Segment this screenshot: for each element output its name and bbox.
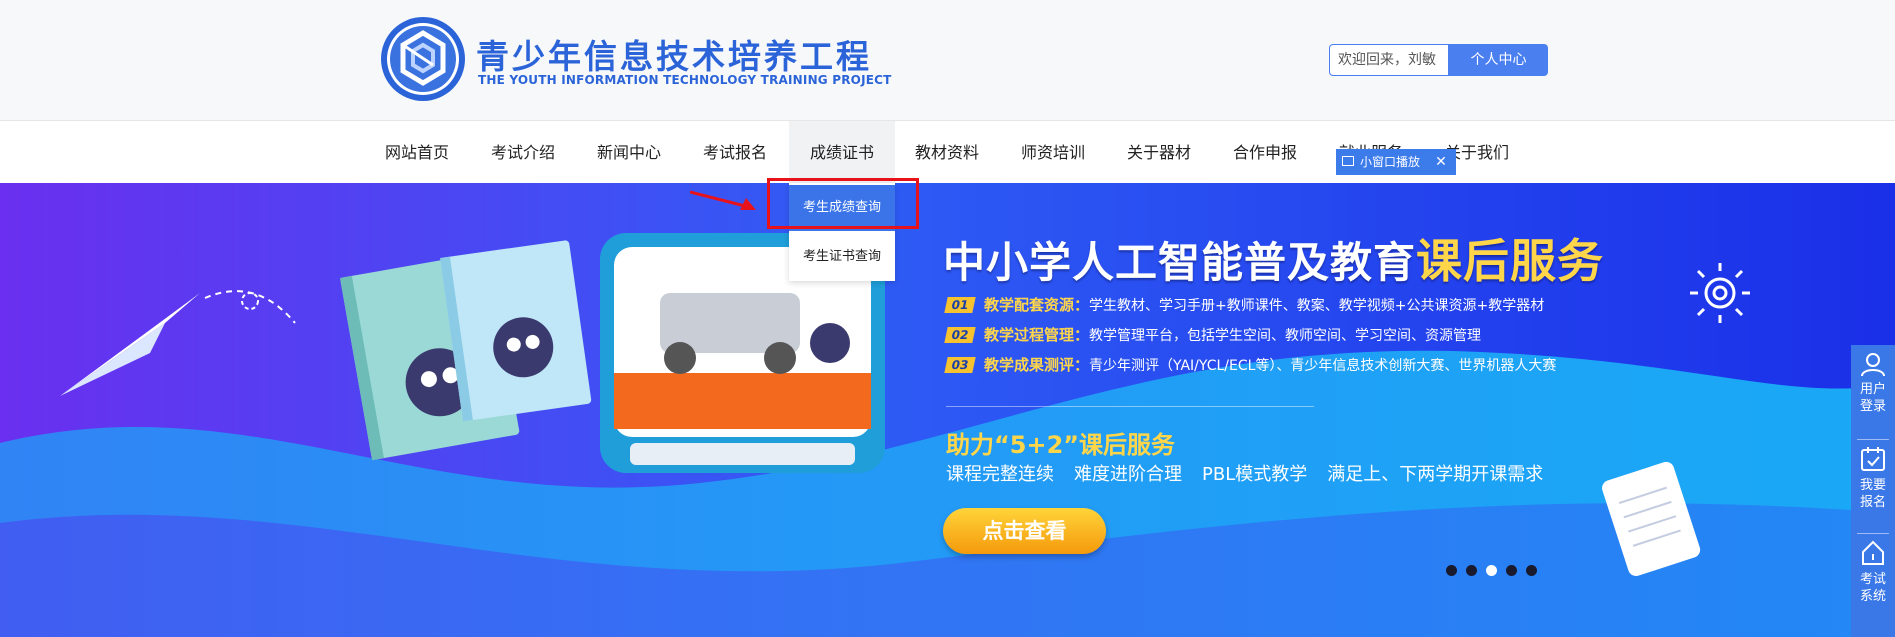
nav-item-scores-certificates[interactable]: 成绩证书	[789, 121, 895, 183]
feature-text: 青少年测评（YAI/YCL/ECL等）、青少年信息技术创新大赛、世界机器人大赛	[1089, 358, 1557, 374]
nav-item-cooperation[interactable]: 合作申报	[1233, 121, 1297, 183]
carousel-dot-1[interactable]	[1446, 565, 1457, 576]
sub-item: 难度进阶合理	[1074, 464, 1182, 485]
carousel-dot-2[interactable]	[1466, 565, 1477, 576]
nav-item-teacher-training[interactable]: 师资培训	[1021, 121, 1085, 183]
sidebar-item-label: 考试系统	[1859, 572, 1886, 604]
nav-item-home[interactable]: 网站首页	[385, 121, 449, 183]
sidebar-item-register[interactable]: 我要报名	[1851, 445, 1895, 511]
sub-item: PBL模式教学	[1202, 464, 1308, 485]
nav-item-news[interactable]: 新闻中心	[597, 121, 661, 183]
carousel-dot-5[interactable]	[1526, 565, 1537, 576]
personal-center-button[interactable]: 个人中心	[1449, 44, 1548, 76]
view-details-button[interactable]: 点击查看	[943, 508, 1106, 554]
feature-number: 01	[944, 297, 976, 313]
banner-divider	[946, 406, 1314, 407]
site-header: 青少年信息技术培养工程 THE YOUTH INFORMATION TECHNO…	[0, 0, 1895, 121]
feature-title: 教学成果测评：	[984, 356, 1090, 374]
home-icon	[1862, 540, 1884, 565]
sub-item: 课程完整连续	[946, 464, 1054, 485]
carousel-dot-4[interactable]	[1506, 565, 1517, 576]
sidebar-item-label: 我要报名	[1859, 478, 1886, 510]
nav-item-exam-intro[interactable]: 考试介绍	[491, 121, 555, 183]
annotation-highlight-box	[767, 178, 919, 229]
sidebar-item-exam-system[interactable]: 考试系统	[1851, 539, 1895, 605]
right-sidebar: 用户登录 我要报名 考试系统	[1851, 345, 1895, 637]
mini-window-label: 小窗口播放	[1360, 155, 1421, 169]
feature-item: 01 教学配套资源：学生教材、学习手册+教师课件、教案、教学视频+公共课资源+教学…	[944, 294, 1545, 316]
carousel-dot-3[interactable]	[1486, 565, 1497, 576]
headline-highlight: 课后服务	[1416, 234, 1605, 288]
user-icon	[1861, 353, 1885, 377]
headline-main: 中小学人工智能普及教育	[943, 238, 1417, 287]
sidebar-item-label: 用户登录	[1859, 382, 1886, 414]
sidebar-divider	[1857, 533, 1889, 534]
feature-text: 教学管理平台，包括学生空间、教师空间、学习空间、资源管理	[1089, 328, 1482, 344]
welcome-text: 欢迎回来，刘敏	[1329, 44, 1449, 76]
calendar-check-icon	[1861, 447, 1885, 471]
brand-subtitle: THE YOUTH INFORMATION TECHNOLOGY TRAININ…	[478, 73, 892, 87]
feature-title: 教学过程管理：	[984, 326, 1090, 344]
mini-window-close-icon[interactable]: ✕	[1428, 149, 1454, 175]
banner-subtitle: 助力“5+2”课后服务	[946, 431, 1176, 459]
feature-title: 教学配套资源：	[984, 296, 1090, 314]
nav-item-materials[interactable]: 教材资料	[915, 121, 979, 183]
feature-text: 学生教材、学习手册+教师课件、教案、教学视频+公共课资源+教学器材	[1089, 298, 1545, 314]
dropdown-item-certificate-query[interactable]: 考生证书查询	[789, 234, 895, 280]
window-icon	[1342, 156, 1354, 166]
sidebar-item-user-login[interactable]: 用户登录	[1851, 351, 1895, 415]
project-logo-icon[interactable]	[380, 16, 466, 102]
feature-number: 03	[944, 357, 976, 373]
nav-item-equipment[interactable]: 关于器材	[1127, 121, 1191, 183]
sub-item: 满足上、下两学期开课需求	[1327, 464, 1544, 485]
brand-title: 青少年信息技术培养工程	[476, 37, 872, 76]
banner-headline: 中小学人工智能普及教育课后服务	[943, 225, 1604, 291]
main-nav: 网站首页 考试介绍 新闻中心 考试报名 成绩证书 教材资料 师资培训 关于器材 …	[0, 121, 1895, 183]
annotation-arrow-icon	[690, 190, 756, 210]
banner-sub-items: 课程完整连续 难度进阶合理 PBL模式教学 满足上、下两学期开课需求	[946, 460, 1563, 486]
sidebar-divider	[1857, 439, 1889, 440]
feature-item: 03 教学成果测评：青少年测评（YAI/YCL/ECL等）、青少年信息技术创新大赛…	[944, 354, 1557, 376]
feature-item: 02 教学过程管理：教学管理平台，包括学生空间、教师空间、学习空间、资源管理	[944, 324, 1482, 346]
feature-number: 02	[944, 327, 976, 343]
nav-item-exam-registration[interactable]: 考试报名	[703, 121, 767, 183]
